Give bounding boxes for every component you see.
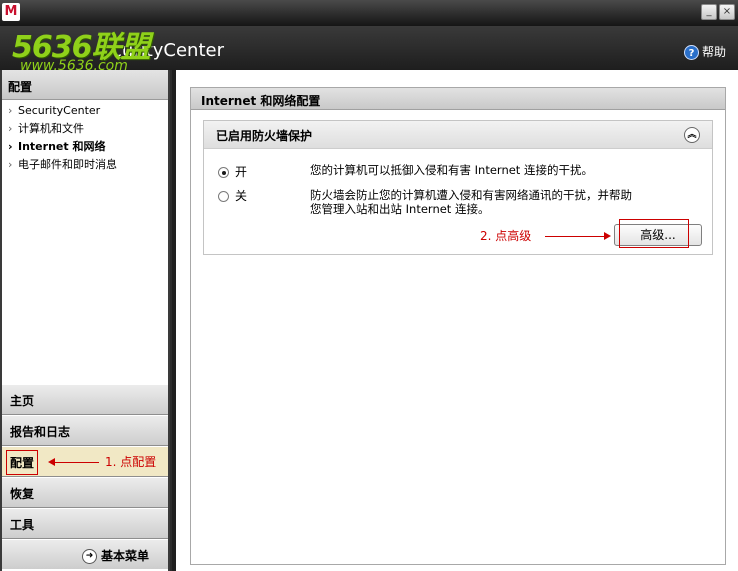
annotation-step-2: 2. 点高级 bbox=[480, 227, 612, 244]
sidebar-item-securitycenter[interactable]: › SecurityCenter bbox=[2, 102, 168, 120]
collapse-icon[interactable]: ︽ bbox=[684, 127, 700, 143]
main-content: Internet 和网络配置 已启用防火墙保护 ︽ 开 您的计算机可以抵御入侵和… bbox=[172, 70, 738, 571]
tab-label: 主页 bbox=[10, 394, 35, 408]
sidebar: 配置 › SecurityCenter › 计算机和文件 › Internet 和网络… bbox=[0, 70, 170, 571]
tab-home[interactable]: 主页 bbox=[2, 384, 168, 415]
firewall-panel: 已启用防火墙保护 ︽ 开 您的计算机可以抵御入侵和有害 Internet 连接的… bbox=[203, 120, 713, 255]
circle-arrow-icon: ➜ bbox=[82, 549, 97, 564]
radio-on[interactable]: 开 bbox=[218, 163, 247, 180]
tab-tools[interactable]: 工具 bbox=[2, 508, 168, 539]
close-button[interactable]: × bbox=[719, 4, 735, 20]
config-frame: Internet 和网络配置 已启用防火墙保护 ︽ 开 您的计算机可以抵御入侵和… bbox=[190, 87, 726, 565]
sidebar-item-label: Internet 和网络 bbox=[18, 140, 106, 153]
sidebar-item-label: 电子邮件和即时消息 bbox=[18, 158, 117, 171]
radio-off-indicator[interactable] bbox=[218, 191, 229, 202]
tab-reports-logs[interactable]: 报告和日志 bbox=[2, 415, 168, 446]
advanced-highlight-box bbox=[619, 219, 689, 248]
frame-title: Internet 和网络配置 bbox=[191, 88, 725, 110]
radio-off-description-line1: 防火墙会防止您的计算机遭入侵和有害网络通讯的干扰，并帮助 bbox=[310, 188, 632, 202]
sidebar-item-label: SecurityCenter bbox=[18, 104, 101, 117]
help-label: 帮助 bbox=[702, 45, 727, 59]
arrow-left-icon bbox=[48, 458, 99, 466]
chevron-right-icon: › bbox=[8, 122, 13, 135]
radio-off-label: 关 bbox=[235, 189, 248, 203]
annotation-step-1: 1. 点配置 bbox=[48, 453, 157, 470]
sidebar-item-email-im[interactable]: › 电子邮件和即时消息 bbox=[2, 156, 168, 174]
mcafee-logo-icon: M bbox=[2, 3, 20, 21]
chevron-right-icon: › bbox=[8, 104, 13, 117]
radio-on-description: 您的计算机可以抵御入侵和有害 Internet 连接的干扰。 bbox=[310, 163, 593, 177]
tab-label: 工具 bbox=[10, 518, 35, 532]
annotation-step-2-text: 2. 点高级 bbox=[480, 229, 532, 243]
basic-menu-label: 基本菜单 bbox=[101, 549, 150, 563]
radio-off[interactable]: 关 bbox=[218, 187, 247, 204]
sidebar-item-computer-files[interactable]: › 计算机和文件 bbox=[2, 120, 168, 138]
basic-menu-button[interactable]: ➜ 基本菜单 bbox=[2, 539, 168, 569]
radio-on-indicator[interactable] bbox=[218, 167, 229, 178]
radio-off-description: 防火墙会防止您的计算机遭入侵和有害网络通讯的干扰，并帮助 您管理入站和出站 In… bbox=[310, 188, 632, 216]
tab-label: 报告和日志 bbox=[10, 425, 71, 439]
tab-restore[interactable]: 恢复 bbox=[2, 477, 168, 508]
arrow-right-icon bbox=[545, 232, 612, 240]
help-icon: ? bbox=[684, 45, 699, 60]
help-link[interactable]: ? 帮助 bbox=[684, 43, 726, 60]
sidebar-item-label: 计算机和文件 bbox=[18, 122, 84, 135]
sidebar-header: 配置 bbox=[2, 70, 168, 100]
tab-label: 恢复 bbox=[10, 487, 35, 501]
radio-on-label: 开 bbox=[235, 165, 248, 179]
firewall-panel-header[interactable]: 已启用防火墙保护 ︽ bbox=[204, 121, 712, 149]
firewall-panel-title: 已启用防火墙保护 bbox=[216, 129, 313, 143]
sidebar-item-internet-network[interactable]: › Internet 和网络 bbox=[2, 138, 168, 156]
annotation-step-1-text: 1. 点配置 bbox=[105, 455, 157, 469]
radio-off-description-line2: 您管理入站和出站 Internet 连接。 bbox=[310, 202, 490, 216]
chevron-right-icon: › bbox=[8, 140, 13, 153]
tab-label: 配置 bbox=[6, 450, 39, 475]
chevron-right-icon: › bbox=[8, 158, 13, 171]
minimize-button[interactable]: _ bbox=[701, 4, 717, 20]
sidebar-nav-tabs: 主页 报告和日志 配置 恢复 工具 ➜ 基本菜单 bbox=[2, 384, 168, 569]
